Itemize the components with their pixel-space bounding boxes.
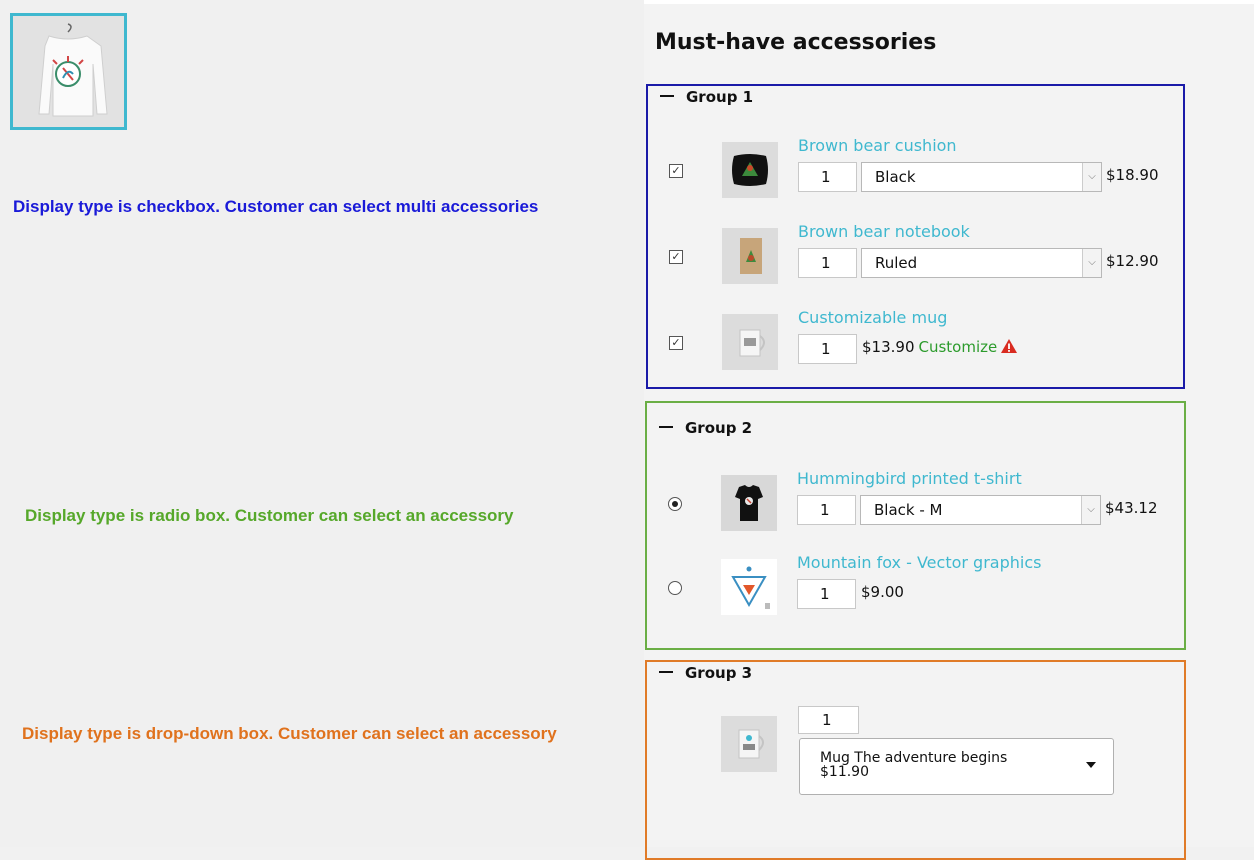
accessory-group-2: Group 2 Hummingbird printed t-shirt 1 Bl… <box>645 401 1186 650</box>
chevron-down-icon: ⌵ <box>1082 249 1101 277</box>
description-panel: Display type is checkbox. Customer can s… <box>0 0 644 847</box>
group-legend[interactable]: Group 2 <box>659 419 752 437</box>
accessory-radio[interactable] <box>668 581 682 595</box>
list-item: ✓ Brown bear notebook 1 Ruled ⌵ $12.90 <box>648 222 1183 298</box>
product-price: $12.90 <box>1106 252 1159 270</box>
product-price: $13.90 <box>862 338 915 356</box>
product-link[interactable]: Hummingbird printed t-shirt <box>797 469 1022 488</box>
product-price: $18.90 <box>1106 166 1159 184</box>
mug-image[interactable] <box>721 716 777 772</box>
product-price: $9.00 <box>861 583 904 601</box>
accessory-checkbox[interactable]: ✓ <box>669 336 683 350</box>
notebook-image[interactable] <box>722 228 778 284</box>
accessory-group-1: Group 1 ✓ Brown bear cushion 1 Black ⌵ $… <box>646 84 1185 389</box>
product-link[interactable]: Brown bear cushion <box>798 136 957 155</box>
mug-image[interactable] <box>722 314 778 370</box>
collapse-icon[interactable] <box>660 94 674 97</box>
vector-graphic-image[interactable] <box>721 559 777 615</box>
warning-icon <box>1001 339 1018 353</box>
list-item: ✓ Brown bear cushion 1 Black ⌵ $18.90 <box>648 136 1183 212</box>
note-checkbox: Display type is checkbox. Customer can s… <box>13 197 539 216</box>
group-legend[interactable]: Group 3 <box>659 664 752 682</box>
note-dropdown: Display type is drop-down box. Customer … <box>22 724 557 743</box>
customize-link[interactable]: Customize <box>919 338 998 356</box>
cushion-image[interactable] <box>722 142 778 198</box>
chevron-down-icon: ⌵ <box>1081 496 1100 524</box>
chevron-down-icon: ⌵ <box>1082 163 1101 191</box>
list-item: Mountain fox - Vector graphics 1 $9.00 <box>647 553 1184 629</box>
group-legend[interactable]: Group 1 <box>660 88 753 106</box>
product-price: $43.12 <box>1105 499 1158 517</box>
list-item: Hummingbird printed t-shirt 1 Black - M … <box>647 469 1184 545</box>
accessory-radio[interactable] <box>668 497 682 511</box>
variant-select[interactable]: Black - M ⌵ <box>860 495 1101 525</box>
section-title: Must-have accessories <box>655 30 937 55</box>
variant-select[interactable]: Ruled ⌵ <box>861 248 1102 278</box>
collapse-icon[interactable] <box>659 425 673 428</box>
note-radio: Display type is radio box. Customer can … <box>25 506 514 525</box>
accessory-group-3: Group 3 1 Mug The adventure begins $11.9… <box>645 660 1186 860</box>
quantity-input[interactable]: 1 <box>798 162 857 192</box>
accessory-select[interactable]: Mug The adventure begins $11.90 <box>799 738 1114 795</box>
accessory-checkbox[interactable]: ✓ <box>669 250 683 264</box>
collapse-icon[interactable] <box>659 670 673 673</box>
product-link[interactable]: Mountain fox - Vector graphics <box>797 553 1041 572</box>
product-thumbnail[interactable] <box>10 13 127 130</box>
quantity-input[interactable]: 1 <box>798 248 857 278</box>
product-link[interactable]: Customizable mug <box>798 308 947 327</box>
tshirt-image[interactable] <box>721 475 777 531</box>
quantity-input[interactable]: 1 <box>797 495 856 525</box>
quantity-input[interactable]: 1 <box>798 334 857 364</box>
variant-select[interactable]: Black ⌵ <box>861 162 1102 192</box>
list-item: ✓ Customizable mug 1 $13.90 Customize <box>648 308 1183 384</box>
quantity-input[interactable]: 1 <box>798 706 859 734</box>
quantity-input[interactable]: 1 <box>797 579 856 609</box>
accessory-checkbox[interactable]: ✓ <box>669 164 683 178</box>
product-link[interactable]: Brown bear notebook <box>798 222 970 241</box>
tshirt-image <box>13 16 124 127</box>
caret-down-icon <box>1086 762 1096 768</box>
